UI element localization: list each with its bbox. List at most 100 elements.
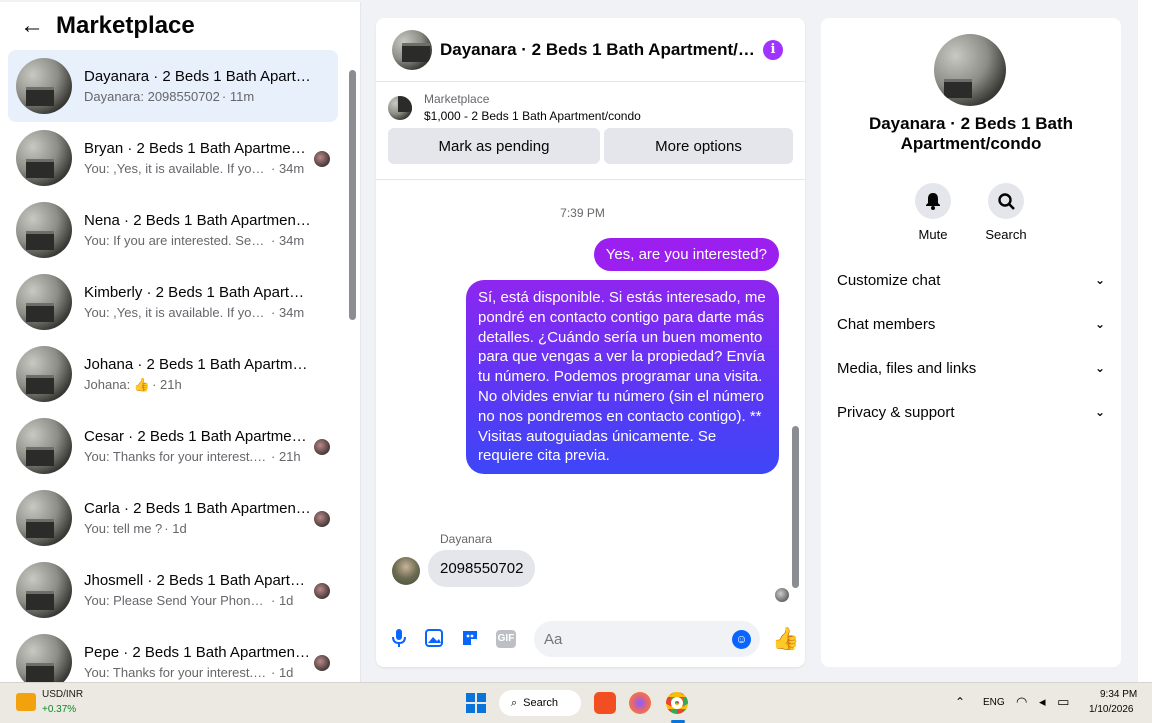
- system-tray-icons[interactable]: ◠ ◂ ▭: [1016, 694, 1073, 710]
- like-icon[interactable]: 👍: [772, 626, 799, 652]
- media-files-links-row[interactable]: Media, files and links ⌄: [837, 356, 1105, 380]
- conversation-item[interactable]: Cesar · 2 Beds 1 Bath Apartment/condo Yo…: [8, 410, 338, 482]
- search-icon: [988, 183, 1024, 219]
- windows-taskbar: USD/INR +0.37% ⌕ Search ⌃ ENG ◠ ◂ ▭ 9:34…: [0, 682, 1152, 723]
- conversation-item[interactable]: Carla · 2 Beds 1 Bath Apartment/condo Yo…: [8, 482, 338, 554]
- conversation-time: · 21h: [152, 376, 182, 392]
- listing-title[interactable]: $1,000 - 2 Beds 1 Bath Apartment/condo: [424, 109, 641, 123]
- listing-thumbnail: [16, 562, 72, 618]
- privacy-support-row[interactable]: Privacy & support ⌄: [837, 400, 1105, 424]
- listing-thumbnail: [16, 58, 72, 114]
- sidebar-header: ← Marketplace: [0, 2, 360, 50]
- seen-avatar: [314, 151, 330, 167]
- marketplace-listing-card: Marketplace $1,000 - 2 Beds 1 Bath Apart…: [376, 82, 805, 180]
- listing-thumbnail: [16, 202, 72, 258]
- outgoing-message[interactable]: Sí, está disponible. Si estás interesado…: [466, 280, 779, 475]
- gif-icon[interactable]: GIF: [496, 630, 516, 648]
- conversation-preview: You: If you are interested. Send your nu…: [84, 233, 269, 248]
- conversation-time: · 1d: [164, 521, 187, 536]
- customize-chat-row[interactable]: Customize chat ⌄: [837, 268, 1105, 292]
- clock-time[interactable]: 9:34 PM: [1100, 689, 1137, 700]
- conversation-item[interactable]: Nena · 2 Beds 1 Bath Apartment/condo You…: [8, 194, 338, 266]
- seen-avatar: [314, 439, 330, 455]
- conversation-preview: You: ,Yes, it is available. If you are i…: [84, 161, 269, 176]
- microphone-icon[interactable]: [389, 629, 409, 649]
- sidebar-scrollbar[interactable]: [347, 66, 357, 680]
- conversation-preview: You: tell me ?: [84, 521, 163, 536]
- sticker-icon[interactable]: [460, 629, 480, 649]
- ticker-name[interactable]: USD/INR: [42, 689, 83, 700]
- more-options-button[interactable]: More options: [604, 128, 793, 164]
- conversation-item[interactable]: Jhosmell · 2 Beds 1 Bath Apartment/condo…: [8, 554, 338, 626]
- conversation-time: · 1d: [271, 665, 294, 680]
- outgoing-message[interactable]: Yes, are you interested?: [593, 238, 779, 271]
- chrome-icon[interactable]: [666, 692, 688, 714]
- conversation-time: · 11m: [221, 89, 255, 104]
- stocks-widget-icon[interactable]: [16, 693, 36, 711]
- photo-icon[interactable]: [424, 629, 444, 649]
- conversation-item[interactable]: Bryan · 2 Beds 1 Bath Apartment/condo Yo…: [8, 122, 338, 194]
- mute-button[interactable]: Mute: [903, 183, 963, 242]
- message-input[interactable]: [534, 621, 760, 657]
- page-scrollbar[interactable]: [1138, 0, 1152, 682]
- chat-scrollbar[interactable]: [791, 186, 801, 604]
- mark-as-pending-button[interactable]: Mark as pending: [388, 128, 600, 164]
- listing-thumbnail[interactable]: [388, 95, 412, 120]
- listing-thumbnail: [16, 418, 72, 474]
- chevron-down-icon: ⌄: [1094, 317, 1105, 331]
- chevron-up-icon[interactable]: ⌃: [955, 695, 965, 709]
- conversation-item[interactable]: Johana · 2 Beds 1 Bath Apartment/condo J…: [8, 338, 338, 410]
- conversation-sidebar: ← Marketplace Dayanara · 2 Beds 1 Bath A…: [0, 2, 361, 690]
- conversation-time: · 34m: [271, 233, 305, 248]
- sender-avatar[interactable]: [392, 557, 420, 585]
- row-label: Customize chat: [837, 271, 941, 289]
- conversation-details-panel: Dayanara · 2 Beds 1 Bath Apartment/condo…: [821, 18, 1121, 667]
- listing-thumbnail: [16, 130, 72, 186]
- start-menu-icon[interactable]: [466, 693, 486, 713]
- conversation-time: · 34m: [271, 161, 305, 176]
- details-avatar[interactable]: [934, 34, 1006, 106]
- message-composer: GIF ☺ 👍: [376, 611, 805, 667]
- incoming-message[interactable]: 2098550702: [428, 550, 536, 587]
- chat-title[interactable]: Dayanara · 2 Beds 1 Bath Apartment/condo: [440, 40, 760, 60]
- conversation-name: Cesar · 2 Beds 1 Bath Apartment/condo: [84, 428, 314, 445]
- clock-date[interactable]: 1/10/2026: [1089, 704, 1134, 715]
- chat-avatar[interactable]: [392, 29, 432, 70]
- message-timestamp: 7:39 PM: [560, 206, 605, 220]
- emoji-icon[interactable]: ☺: [732, 630, 751, 649]
- scrollbar-thumb[interactable]: [349, 70, 356, 320]
- conversation-preview: You: Please Send Your Phone Number: [84, 593, 269, 608]
- conversation-preview: Dayanara: 2098550702: [84, 89, 220, 104]
- seen-avatar: [314, 511, 330, 527]
- conversation-item[interactable]: Dayanara · 2 Beds 1 Bath Apartment/condo…: [8, 50, 338, 122]
- conversation-preview: You: Thanks for your interest.please sen…: [84, 449, 269, 464]
- search-in-conversation-button[interactable]: Search: [976, 183, 1036, 242]
- conversation-name: Dayanara · 2 Beds 1 Bath Apartment/condo: [84, 68, 314, 85]
- row-label: Privacy & support: [837, 403, 955, 421]
- conversation-preview: Johana: 👍: [84, 376, 151, 392]
- seen-avatar: [314, 655, 330, 671]
- conversation-item[interactable]: Kimberly · 2 Beds 1 Bath Apartment/condo…: [8, 266, 338, 338]
- chat-members-row[interactable]: Chat members ⌄: [837, 312, 1105, 336]
- chevron-down-icon: ⌄: [1094, 273, 1105, 287]
- conversation-time: · 21h: [271, 449, 301, 464]
- info-icon[interactable]: i: [763, 40, 783, 60]
- firefox-icon[interactable]: [629, 692, 651, 714]
- language-indicator[interactable]: ENG: [983, 697, 1005, 708]
- conversation-name: Pepe · 2 Beds 1 Bath Apartment/condo: [84, 644, 314, 661]
- brave-browser-icon[interactable]: [594, 692, 616, 714]
- conversation-name: Bryan · 2 Beds 1 Bath Apartment/condo: [84, 140, 314, 157]
- conversation-name: Kimberly · 2 Beds 1 Bath Apartment/condo: [84, 284, 314, 301]
- mute-label: Mute: [918, 227, 948, 242]
- conversation-name: Jhosmell · 2 Beds 1 Bath Apartment/condo: [84, 572, 314, 589]
- scrollbar-thumb[interactable]: [792, 426, 799, 588]
- listing-thumbnail: [16, 490, 72, 546]
- taskbar-search[interactable]: ⌕ Search: [499, 690, 581, 716]
- back-arrow-icon[interactable]: ←: [20, 12, 56, 40]
- bell-icon: [915, 183, 951, 219]
- conversation-name: Johana · 2 Beds 1 Bath Apartment/condo: [84, 355, 314, 373]
- row-label: Media, files and links: [837, 359, 977, 377]
- search-icon: ⌕: [511, 696, 518, 709]
- chat-header: Dayanara · 2 Beds 1 Bath Apartment/condo…: [376, 18, 805, 82]
- read-receipt-avatar: [775, 588, 789, 602]
